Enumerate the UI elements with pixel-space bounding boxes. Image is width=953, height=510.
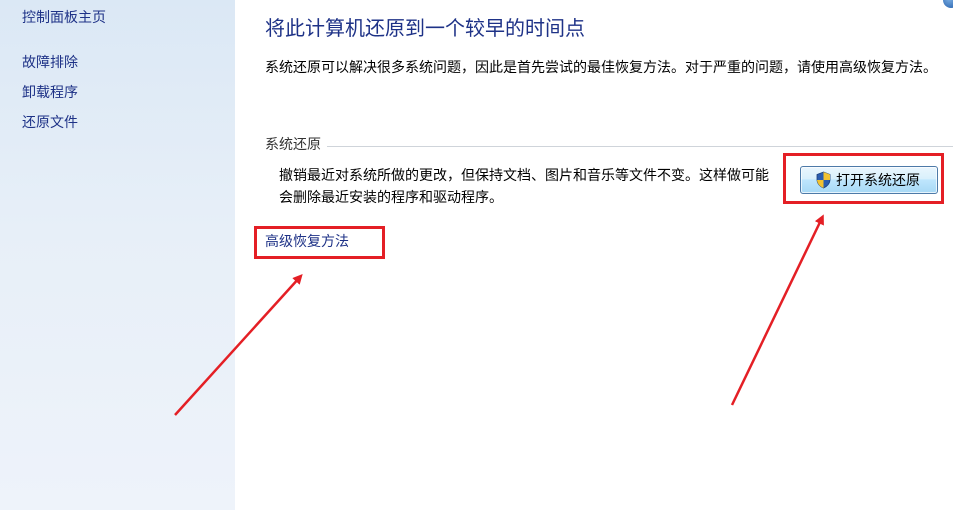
system-restore-description: 撤销最近对系统所做的更改，但保持文档、图片和音乐等文件不变。这样做可能会删除最近… xyxy=(279,168,769,206)
section-divider xyxy=(265,146,953,147)
sidebar-item-uninstall-program[interactable]: 卸载程序 xyxy=(22,82,78,102)
annotation-box-advanced-link xyxy=(254,226,385,259)
page-title: 将此计算机还原到一个较早的时间点 xyxy=(265,16,585,40)
help-icon[interactable] xyxy=(943,0,953,8)
sidebar-item-troubleshooting[interactable]: 故障排除 xyxy=(22,52,78,72)
control-panel-home-link[interactable]: 控制面板主页 xyxy=(22,7,106,27)
sidebar-item-restore-files[interactable]: 还原文件 xyxy=(22,112,78,132)
system-restore-section-title: 系统还原 xyxy=(265,134,327,154)
annotation-box-restore-button xyxy=(783,153,944,204)
intro-text: 系统还原可以解决很多系统问题，因此是首先尝试的最佳恢复方法。对于严重的问题，请使… xyxy=(265,60,937,76)
left-navigation-pane: 控制面板主页 故障排除 卸载程序 还原文件 xyxy=(0,0,235,510)
